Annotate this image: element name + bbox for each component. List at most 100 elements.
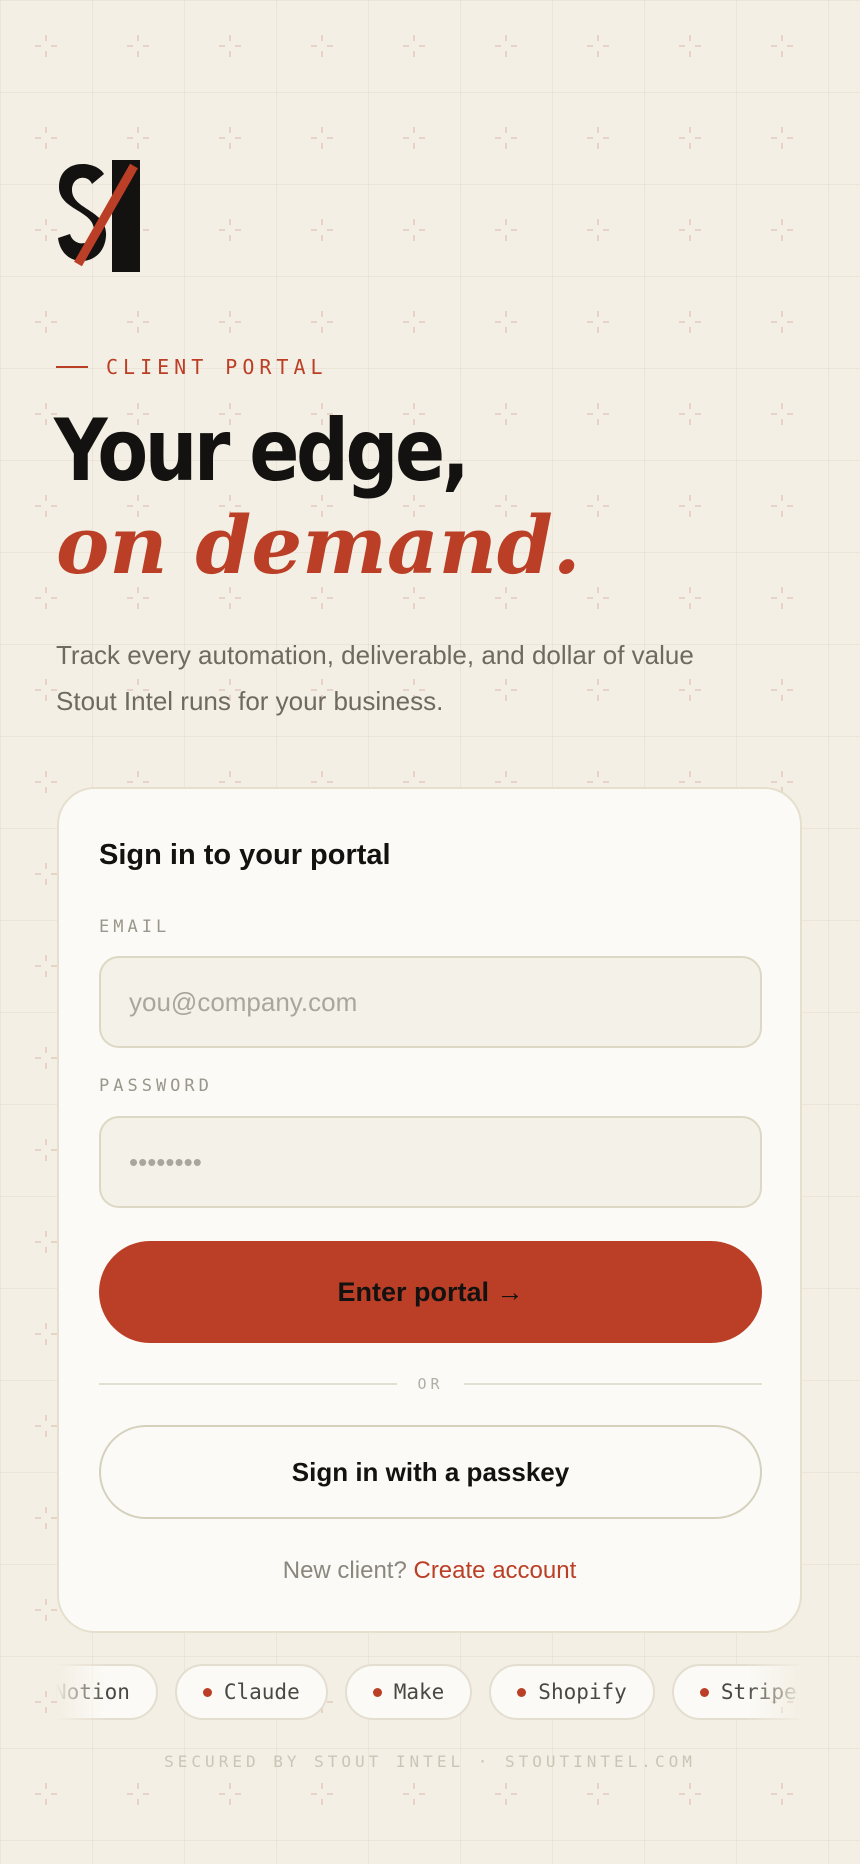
integration-chip-stripe: Stripe — [671, 1664, 804, 1720]
plus-marker-icon — [35, 1139, 57, 1161]
eyebrow-rule — [56, 366, 88, 368]
plus-marker-icon — [35, 587, 57, 609]
divider-label: OR — [417, 1375, 444, 1393]
plus-marker-icon — [771, 311, 793, 333]
status-dot-icon — [202, 1687, 212, 1697]
plus-marker-icon — [311, 35, 333, 57]
plus-marker-icon — [587, 219, 609, 241]
plus-marker-icon — [587, 1783, 609, 1805]
create-account-link[interactable]: Create account — [413, 1557, 576, 1584]
plus-marker-icon — [495, 127, 517, 149]
plus-marker-icon — [311, 127, 333, 149]
plus-marker-icon — [311, 311, 333, 333]
plus-marker-icon — [587, 35, 609, 57]
plus-marker-icon — [771, 587, 793, 609]
plus-marker-icon — [771, 127, 793, 149]
chip-label: Shopify — [538, 1680, 627, 1704]
plus-marker-icon — [35, 127, 57, 149]
password-label: PASSWORD — [99, 1076, 213, 1096]
integration-chip-shopify: Shopify — [489, 1664, 655, 1720]
password-input[interactable] — [101, 1118, 760, 1206]
plus-marker-icon — [587, 311, 609, 333]
signin-card: Sign in to your portal EMAIL PASSWORD En… — [57, 787, 802, 1633]
plus-marker-icon — [679, 495, 701, 517]
plus-marker-icon — [679, 219, 701, 241]
plus-marker-icon — [403, 1783, 425, 1805]
plus-marker-icon — [127, 311, 149, 333]
enter-portal-button[interactable]: Enter portal → — [99, 1241, 762, 1343]
security-footer: SECURED BY STOUT INTEL · STOUTINTEL.COM — [164, 1752, 696, 1771]
passkey-signin-button[interactable]: Sign in with a passkey — [99, 1425, 762, 1519]
status-dot-icon — [372, 1687, 382, 1697]
plus-marker-icon — [219, 311, 241, 333]
plus-marker-icon — [771, 219, 793, 241]
chip-label: Claude — [223, 1680, 300, 1704]
email-field-wrapper — [99, 956, 762, 1048]
signup-prompt: New client? — [282, 1557, 407, 1584]
plus-marker-icon — [679, 311, 701, 333]
plus-marker-icon — [35, 219, 57, 241]
plus-marker-icon — [587, 495, 609, 517]
plus-marker-icon — [771, 495, 793, 517]
plus-marker-icon — [219, 219, 241, 241]
plus-marker-icon — [35, 1599, 57, 1621]
plus-marker-icon — [771, 679, 793, 701]
plus-marker-icon — [679, 587, 701, 609]
plus-marker-icon — [35, 1231, 57, 1253]
signup-row: New client? Create account — [59, 1557, 800, 1585]
status-dot-icon — [699, 1687, 709, 1697]
plus-marker-icon — [127, 35, 149, 57]
plus-marker-icon — [219, 127, 241, 149]
headline-line-1: Your edge, — [54, 401, 470, 501]
plus-marker-icon — [679, 35, 701, 57]
chip-label: Notion — [56, 1680, 130, 1704]
plus-marker-icon — [587, 403, 609, 425]
plus-marker-icon — [495, 403, 517, 425]
plus-marker-icon — [679, 127, 701, 149]
plus-marker-icon — [495, 219, 517, 241]
integration-chip-make: Make — [344, 1664, 473, 1720]
plus-marker-icon — [311, 219, 333, 241]
plus-marker-icon — [35, 1507, 57, 1529]
plus-marker-icon — [679, 1783, 701, 1805]
stout-intel-logo — [58, 160, 140, 272]
hero-description: Track every automation, deliverable, and… — [56, 640, 694, 716]
plus-marker-icon — [403, 127, 425, 149]
plus-marker-icon — [35, 1691, 57, 1713]
divider-line-right — [463, 1383, 762, 1385]
integration-chips: Notion Claude Make Shopify Stripe — [56, 1664, 804, 1720]
plus-marker-icon — [495, 35, 517, 57]
integrations-marquee: Notion Claude Make Shopify Stripe — [56, 1664, 804, 1724]
plus-marker-icon — [771, 1783, 793, 1805]
or-divider: OR — [99, 1374, 762, 1394]
password-field-wrapper — [99, 1116, 762, 1208]
eyebrow-text: CLIENT PORTAL — [106, 355, 328, 379]
plus-marker-icon — [35, 771, 57, 793]
plus-marker-icon — [311, 1783, 333, 1805]
plus-marker-icon — [35, 1415, 57, 1437]
plus-marker-icon — [35, 863, 57, 885]
plus-marker-icon — [587, 127, 609, 149]
chip-label: Make — [393, 1680, 445, 1704]
plus-marker-icon — [587, 587, 609, 609]
plus-marker-icon — [679, 403, 701, 425]
plus-marker-icon — [771, 35, 793, 57]
integration-chip-notion: Notion — [56, 1664, 158, 1720]
chip-label: Stripe — [720, 1680, 797, 1704]
divider-line-left — [99, 1383, 398, 1385]
plus-marker-icon — [35, 1323, 57, 1345]
plus-marker-icon — [495, 1783, 517, 1805]
status-dot-icon — [517, 1687, 527, 1697]
portal-eyebrow: CLIENT PORTAL — [56, 355, 328, 379]
signin-title: Sign in to your portal — [99, 839, 391, 871]
plus-marker-icon — [403, 35, 425, 57]
plus-marker-icon — [219, 1783, 241, 1805]
plus-marker-icon — [495, 311, 517, 333]
plus-marker-icon — [35, 679, 57, 701]
headline-line-2: on demand. — [56, 498, 581, 592]
email-input[interactable] — [101, 958, 760, 1046]
plus-marker-icon — [35, 35, 57, 57]
plus-marker-icon — [35, 1783, 57, 1805]
plus-marker-icon — [35, 311, 57, 333]
plus-marker-icon — [35, 1047, 57, 1069]
